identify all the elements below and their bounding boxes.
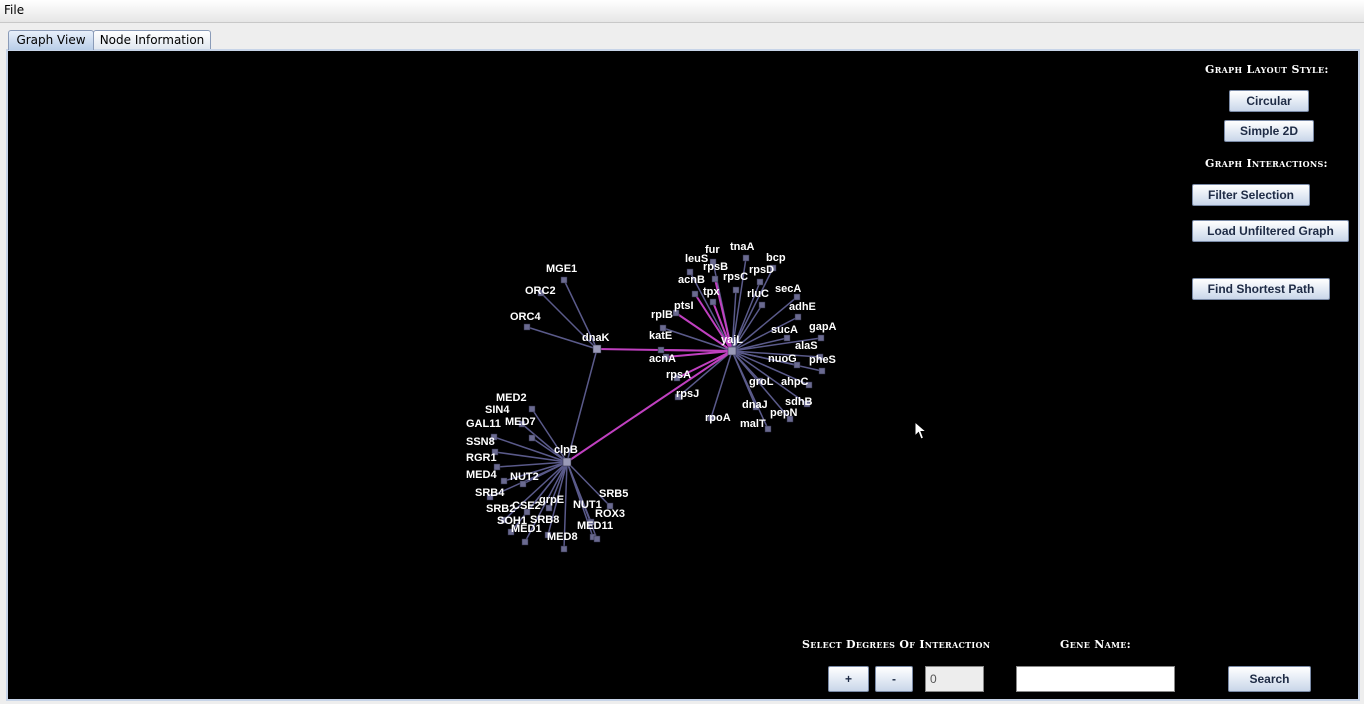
graph-node-label-rpsJ: rpsJ bbox=[676, 388, 699, 400]
graph-node-label-pheS: pheS bbox=[809, 354, 836, 366]
graph-edge-dnaK-yajL bbox=[596, 348, 733, 352]
graph-node-label-dnaJ: dnaJ bbox=[742, 399, 768, 411]
load-unfiltered-graph-button[interactable]: Load Unfiltered Graph bbox=[1192, 220, 1349, 242]
find-shortest-path-button[interactable]: Find Shortest Path bbox=[1192, 278, 1330, 300]
graph-node-MED4[interactable] bbox=[500, 477, 508, 485]
graph-node-label-ROX3: ROX3 bbox=[595, 508, 625, 520]
graph-node-MED8[interactable] bbox=[560, 545, 568, 553]
graph-node-label-MGE1: MGE1 bbox=[546, 263, 577, 275]
graph-node-rpsC[interactable] bbox=[732, 286, 740, 294]
graph-node-label-SRB5: SRB5 bbox=[599, 488, 628, 500]
graph-edge-yajL-rpoA bbox=[710, 350, 733, 419]
graph-node-label-ORC2: ORC2 bbox=[525, 285, 556, 297]
graph-node-label-rpsD: rpsD bbox=[749, 264, 774, 276]
circular-layout-button[interactable]: Circular bbox=[1229, 90, 1309, 112]
graph-node-label-NUT2: NUT2 bbox=[510, 471, 539, 483]
graph-node-label-malT: malT bbox=[740, 418, 766, 430]
graph-node-label-secA: secA bbox=[775, 283, 801, 295]
graph-node-label-yajL: yajL bbox=[721, 334, 743, 346]
graph-node-adhE[interactable] bbox=[794, 313, 802, 321]
graph-node-label-alaS: alaS bbox=[795, 340, 818, 352]
decrease-degree-button[interactable]: - bbox=[875, 666, 913, 692]
graph-node-MED2[interactable] bbox=[528, 405, 536, 413]
graph-node-label-MED1: MED1 bbox=[511, 523, 542, 535]
graph-node-label-pepN: pepN bbox=[770, 407, 798, 419]
graph-node-label-tnaA: tnaA bbox=[730, 241, 755, 253]
tab-graph-view[interactable]: Graph View bbox=[8, 30, 94, 50]
filter-selection-button[interactable]: Filter Selection bbox=[1192, 184, 1310, 206]
search-button[interactable]: Search bbox=[1228, 666, 1311, 692]
graph-node-label-katE: katE bbox=[649, 330, 672, 342]
graph-node-MGE1[interactable] bbox=[560, 276, 568, 284]
menu-file[interactable]: File bbox=[4, 3, 24, 17]
simple-2d-layout-button[interactable]: Simple 2D bbox=[1224, 120, 1314, 142]
graph-node-label-MED4: MED4 bbox=[466, 469, 497, 481]
graph-node-tpx[interactable] bbox=[709, 298, 717, 306]
graph-node-rluC[interactable] bbox=[758, 301, 766, 309]
graph-node-label-MED2: MED2 bbox=[496, 392, 527, 404]
graph-node-ORC4[interactable] bbox=[523, 323, 531, 331]
graph-node-label-acnB: acnB bbox=[678, 274, 705, 286]
mouse-cursor-icon bbox=[914, 421, 928, 440]
graph-node-label-SRB4: SRB4 bbox=[475, 487, 505, 499]
graph-node-label-rpsA: rpsA bbox=[666, 369, 691, 381]
graph-node-label-groL: groL bbox=[749, 376, 774, 388]
graph-node-rpsD[interactable] bbox=[756, 278, 764, 286]
graph-node-label-rplB: rplB bbox=[651, 309, 673, 321]
graph-node-label-dnaK: dnaK bbox=[582, 332, 610, 344]
graph-node-rpsB[interactable] bbox=[711, 275, 719, 283]
graph-node-label-sucA: sucA bbox=[771, 324, 798, 336]
graph-node-label-RGR1: RGR1 bbox=[466, 452, 497, 464]
graph-node-label-tpx: tpx bbox=[703, 286, 720, 298]
graph-node-MED7[interactable] bbox=[528, 434, 536, 442]
graph-node-label-MED7: MED7 bbox=[505, 416, 536, 428]
graph-node-acnB[interactable] bbox=[691, 290, 699, 298]
layout-style-title: Graph Layout Style: bbox=[1205, 63, 1329, 76]
graph-node-MED1[interactable] bbox=[521, 538, 529, 546]
network-graph[interactable]: MGE1ORC2ORC4dnaKfur tnaAleuS bcprpsB rpsDrp… bbox=[8, 51, 1358, 699]
graph-node-label-gapA: gapA bbox=[809, 321, 837, 333]
degree-value-field[interactable] bbox=[925, 666, 984, 692]
graph-node-malT[interactable] bbox=[764, 425, 772, 433]
graph-node-label-acnA: acnA bbox=[649, 353, 676, 365]
graph-node-yajL[interactable] bbox=[727, 346, 737, 356]
graph-node-label-SIN4: SIN4 bbox=[485, 404, 510, 416]
graph-interactions-title: Graph Interactions: bbox=[1205, 157, 1328, 170]
tab-node-information[interactable]: Node Information bbox=[93, 30, 211, 50]
graph-node-label-ahpC: ahpC bbox=[781, 376, 809, 388]
increase-degree-button[interactable]: + bbox=[828, 666, 869, 692]
graph-node-label-MED8: MED8 bbox=[547, 531, 578, 543]
graph-node-label-adhE: adhE bbox=[789, 301, 816, 313]
graph-node-clpB[interactable] bbox=[562, 457, 572, 467]
graph-node-tnaA[interactable] bbox=[742, 254, 750, 262]
graph-node-pheS[interactable] bbox=[818, 367, 826, 375]
gene-name-input[interactable] bbox=[1016, 666, 1175, 692]
graph-node-label-SSN8: SSN8 bbox=[466, 436, 495, 448]
graph-node-label-CSE2: CSE2 bbox=[512, 500, 541, 512]
graph-node-label-grpE: grpE bbox=[539, 494, 564, 506]
graph-node-dnaK[interactable] bbox=[592, 344, 602, 354]
gene-name-title: Gene Name: bbox=[1060, 638, 1132, 651]
graph-node-label-nuoG: nuoG bbox=[768, 353, 797, 365]
graph-node-label-rluC: rluC bbox=[747, 288, 769, 300]
graph-node-gapA[interactable] bbox=[817, 334, 825, 342]
graph-node-label-SRB2: SRB2 bbox=[486, 503, 515, 515]
menu-bar: File bbox=[0, 0, 1364, 23]
graph-node-label-bcp: bcp bbox=[766, 252, 786, 264]
graph-node-label-ORC4: ORC4 bbox=[510, 311, 541, 323]
graph-node-label-rpoA: rpoA bbox=[705, 412, 731, 424]
graph-node-label-rpsC: rpsC bbox=[723, 271, 748, 283]
graph-node-label-clpB: clpB bbox=[554, 444, 578, 456]
graph-view-panel: MGE1 ORC2 ORC4 dnaK fur tnaA leuS bcp rpsB rpsD rp… bbox=[6, 49, 1360, 701]
graph-node-label-ptsI: ptsI bbox=[674, 300, 694, 312]
degrees-of-interaction-title: Select Degrees Of Interaction bbox=[802, 638, 991, 651]
graph-node-label-MED11: MED11 bbox=[577, 520, 613, 532]
graph-node-label-GAL11: GAL11 bbox=[466, 418, 501, 430]
graph-node-MED11[interactable] bbox=[593, 535, 601, 543]
